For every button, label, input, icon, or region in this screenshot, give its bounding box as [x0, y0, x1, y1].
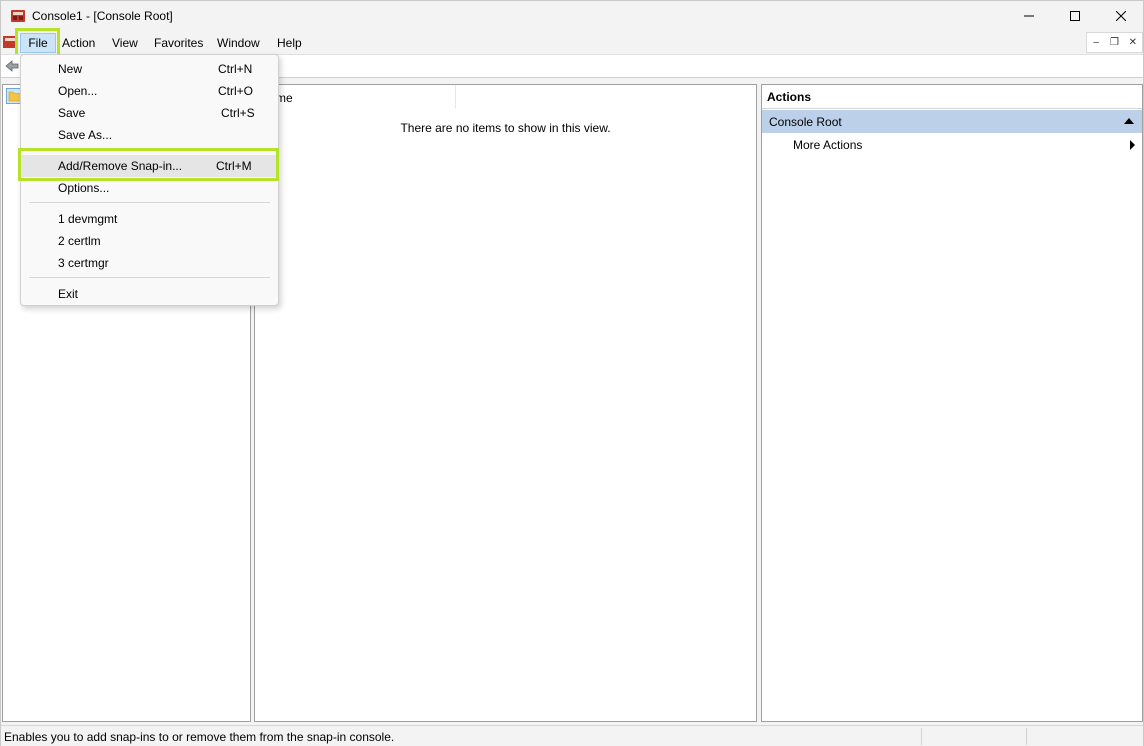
menu-item-new[interactable]: New Ctrl+N: [21, 58, 278, 80]
minimize-icon: [1024, 15, 1034, 17]
menu-favorites[interactable]: Favorites: [149, 33, 208, 53]
actions-header: Actions: [762, 85, 1142, 109]
submenu-arrow-icon: [1130, 140, 1135, 150]
menu-view[interactable]: View: [107, 33, 143, 53]
actions-section-label: Console Root: [769, 115, 842, 129]
maximize-button[interactable]: [1052, 1, 1098, 31]
status-divider: [921, 728, 922, 745]
more-actions-link[interactable]: More Actions: [793, 138, 862, 152]
close-icon: [1116, 11, 1126, 21]
snap-in-highlight: [18, 148, 279, 181]
menu-item-save[interactable]: Save Ctrl+S: [21, 102, 278, 124]
results-pane[interactable]: me There are no items to show in this vi…: [254, 84, 757, 722]
menu-item-recent-certlm[interactable]: 2 certlm: [21, 230, 278, 252]
menu-separator: [29, 202, 270, 203]
mmc-window: Console1 - [Console Root] File Action Vi…: [0, 0, 1144, 746]
close-button[interactable]: [1098, 1, 1144, 31]
collapse-up-icon[interactable]: [1124, 118, 1134, 124]
actions-pane: Actions Console Root More Actions: [761, 84, 1143, 722]
window-title: Console1 - [Console Root]: [32, 9, 173, 23]
status-divider: [1026, 728, 1027, 745]
status-bar: Enables you to add snap-ins to or remove…: [1, 725, 1143, 746]
empty-view-message: There are no items to show in this view.: [400, 121, 611, 135]
actions-section-console-root[interactable]: Console Root: [762, 110, 1142, 133]
maximize-icon: [1070, 11, 1080, 21]
child-window-controls: – ❐ ✕: [1086, 32, 1143, 53]
child-minimize-icon[interactable]: –: [1087, 33, 1105, 52]
mmc-app-icon: [11, 10, 25, 22]
menu-item-recent-devmgmt[interactable]: 1 devmgmt: [21, 208, 278, 230]
file-menu-highlight: [15, 28, 60, 57]
status-text: Enables you to add snap-ins to or remove…: [4, 730, 395, 744]
menu-item-save-as[interactable]: Save As...: [21, 124, 278, 146]
child-restore-icon[interactable]: ❐: [1105, 33, 1123, 52]
name-column-header[interactable]: me: [255, 85, 456, 109]
back-arrow-icon[interactable]: [5, 59, 19, 73]
menu-item-exit[interactable]: Exit: [21, 283, 278, 305]
title-bar: Console1 - [Console Root]: [1, 1, 1143, 31]
child-close-icon[interactable]: ✕: [1124, 33, 1142, 52]
menu-window[interactable]: Window: [212, 33, 265, 53]
minimize-button[interactable]: [1006, 1, 1052, 31]
menu-action[interactable]: Action: [57, 33, 100, 53]
menu-bar: File Action View Favorites Window Help –…: [1, 31, 1143, 54]
menu-separator: [29, 277, 270, 278]
menu-item-recent-certmgr[interactable]: 3 certmgr: [21, 252, 278, 274]
menu-help[interactable]: Help: [272, 33, 307, 53]
menu-item-open[interactable]: Open... Ctrl+O: [21, 80, 278, 102]
